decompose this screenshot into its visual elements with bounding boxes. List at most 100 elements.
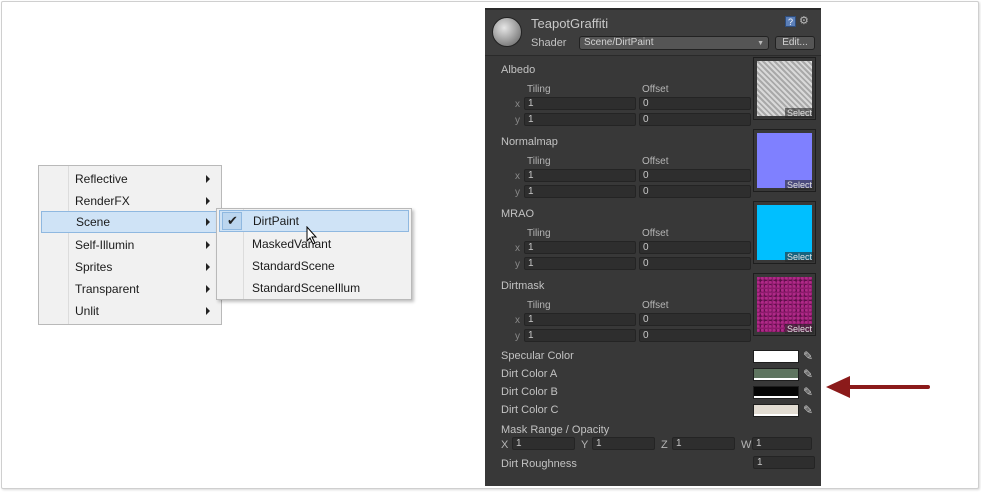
offset-y-field[interactable]: 0 <box>639 329 751 342</box>
texture-thumbnail[interactable]: Select <box>753 57 816 120</box>
axis-y-label: y <box>515 115 520 126</box>
submenu-item-standardscene[interactable]: StandardScene <box>219 255 409 277</box>
submenu-item-label: DirtPaint <box>253 214 300 228</box>
texture-thumbnail[interactable]: Select <box>753 201 816 264</box>
submenu-item-label: StandardScene <box>252 259 335 273</box>
alpha-bar <box>754 414 798 416</box>
color-property-row: Dirt Color B ✎ <box>485 385 821 401</box>
tiling-y-field[interactable]: 1 <box>524 113 636 126</box>
annotation-arrow-icon <box>826 376 930 398</box>
axis-y-label: y <box>515 331 520 342</box>
menu-item-scene[interactable]: Scene <box>41 211 219 233</box>
tiling-x-field[interactable]: 1 <box>524 169 636 182</box>
material-inspector: TeapotGraffiti ? ⚙ Shader Scene/DirtPain… <box>485 8 821 486</box>
offset-x-field[interactable]: 0 <box>639 97 751 110</box>
texture-thumbnail[interactable]: Select <box>753 273 816 336</box>
select-texture-button[interactable]: Select <box>784 180 814 190</box>
vector-z-field[interactable]: 1 <box>672 437 735 450</box>
color-property-row: Dirt Color A ✎ <box>485 367 821 383</box>
vector-y-field[interactable]: 1 <box>592 437 655 450</box>
eyedropper-icon[interactable]: ✎ <box>803 385 813 399</box>
color-swatch[interactable] <box>753 368 799 381</box>
eyedropper-icon[interactable]: ✎ <box>803 367 813 381</box>
gear-icon[interactable]: ⚙ <box>799 14 809 27</box>
checkmark-icon: ✔ <box>227 213 238 228</box>
texture-thumbnail[interactable]: Select <box>753 129 816 192</box>
color-property-label: Specular Color <box>501 350 574 362</box>
color-swatch[interactable] <box>753 386 799 399</box>
select-texture-button[interactable]: Select <box>784 324 814 334</box>
tiling-y-field[interactable]: 1 <box>524 257 636 270</box>
vector-axis-label: Y <box>581 439 589 451</box>
scene-shader-submenu: ✔ DirtPaint MaskedVariant StandardScene … <box>216 208 412 300</box>
axis-x-label: x <box>515 171 520 182</box>
offset-x-field[interactable]: 0 <box>639 313 751 326</box>
color-property-label: Dirt Color A <box>501 368 558 380</box>
tiling-x-field[interactable]: 1 <box>524 241 636 254</box>
tiling-x-field[interactable]: 1 <box>524 97 636 110</box>
help-icon[interactable]: ? <box>785 16 796 27</box>
edit-shader-button[interactable]: Edit... <box>775 36 815 50</box>
axis-x-label: x <box>515 99 520 110</box>
axis-x-label: x <box>515 243 520 254</box>
menu-item-transparent[interactable]: Transparent <box>41 278 219 300</box>
offset-x-field[interactable]: 0 <box>639 241 751 254</box>
tiling-y-field[interactable]: 1 <box>524 329 636 342</box>
axis-y-label: y <box>515 259 520 270</box>
menu-item-renderfx[interactable]: RenderFX <box>41 190 219 212</box>
alpha-bar <box>754 396 798 398</box>
submenu-item-standardsceneillum[interactable]: StandardSceneIllum <box>219 277 409 299</box>
offset-label: Offset <box>642 300 669 311</box>
texture-property-normalmap: Normalmap Tiling Offset x y 1 1 0 0 Select <box>485 129 821 208</box>
submenu-arrow-icon <box>206 175 210 183</box>
eyedropper-icon[interactable]: ✎ <box>803 349 813 363</box>
texture-property-albedo: Albedo Tiling Offset x y 1 1 0 0 Select <box>485 57 821 136</box>
alpha-bar <box>754 360 798 362</box>
tiling-x-field[interactable]: 1 <box>524 313 636 326</box>
vector-x-field[interactable]: 1 <box>512 437 575 450</box>
color-swatch[interactable] <box>753 350 799 363</box>
dirt-roughness-label: Dirt Roughness <box>501 458 577 470</box>
offset-label: Offset <box>642 228 669 239</box>
color-property-row: Specular Color ✎ <box>485 349 821 365</box>
color-swatch[interactable] <box>753 404 799 417</box>
shader-label: Shader <box>531 37 567 49</box>
alpha-bar <box>754 378 798 380</box>
menu-item-unlit[interactable]: Unlit <box>41 300 219 322</box>
tiling-label: Tiling <box>527 300 551 311</box>
color-property-label: Dirt Color B <box>501 386 558 398</box>
vector-w-field[interactable]: 1 <box>752 437 812 450</box>
submenu-arrow-icon <box>206 241 210 249</box>
dirt-roughness-field[interactable]: 1 <box>753 456 815 469</box>
axis-x-label: x <box>515 315 520 326</box>
texture-name: Albedo <box>501 64 536 76</box>
material-name: TeapotGraffiti <box>531 16 609 31</box>
offset-x-field[interactable]: 0 <box>639 169 751 182</box>
submenu-item-label: StandardSceneIllum <box>252 281 361 295</box>
offset-y-field[interactable]: 0 <box>639 257 751 270</box>
menu-item-label: RenderFX <box>75 194 130 208</box>
offset-y-field[interactable]: 0 <box>639 185 751 198</box>
menu-item-self-illumin[interactable]: Self-Illumin <box>41 234 219 256</box>
offset-label: Offset <box>642 156 669 167</box>
menu-item-reflective[interactable]: Reflective <box>41 168 219 190</box>
shader-category-menu: Reflective RenderFX Scene Self-Illumin S… <box>38 165 222 325</box>
menu-item-label: Sprites <box>75 260 113 274</box>
checked-box: ✔ <box>222 212 242 230</box>
shader-dropdown-value: Scene/DirtPaint <box>584 37 654 48</box>
offset-y-field[interactable]: 0 <box>639 113 751 126</box>
color-property-row: Dirt Color C ✎ <box>485 403 821 419</box>
select-texture-button[interactable]: Select <box>784 252 814 262</box>
menu-item-sprites[interactable]: Sprites <box>41 256 219 278</box>
tiling-label: Tiling <box>527 156 551 167</box>
shader-dropdown[interactable]: Scene/DirtPaint ▼ <box>579 36 769 50</box>
eyedropper-icon[interactable]: ✎ <box>803 403 813 417</box>
vector-axis-label: W <box>741 439 752 451</box>
offset-label: Offset <box>642 84 669 95</box>
material-preview-sphere-icon <box>492 17 522 47</box>
color-property-label: Dirt Color C <box>501 404 559 416</box>
tiling-y-field[interactable]: 1 <box>524 185 636 198</box>
select-texture-button[interactable]: Select <box>784 108 814 118</box>
texture-name: Normalmap <box>501 136 558 148</box>
texture-name: MRAO <box>501 208 534 220</box>
